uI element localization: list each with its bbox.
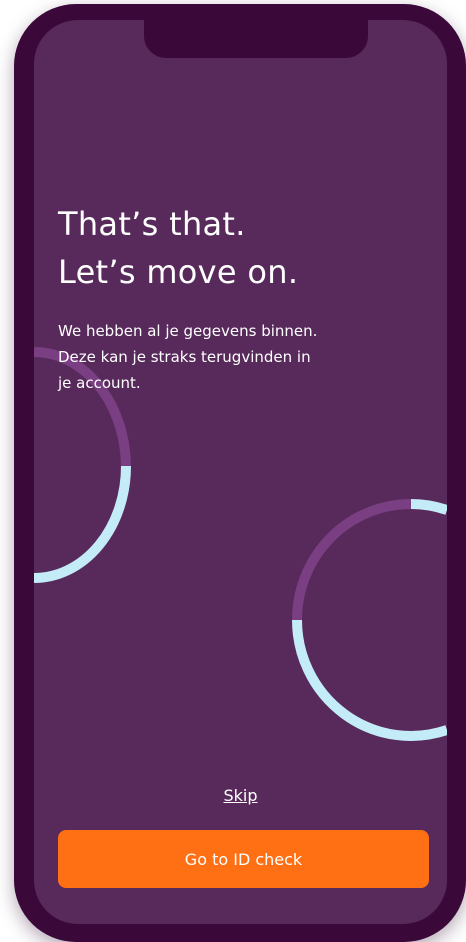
description-text: We hebben al je gegevens binnen. Deze ka… xyxy=(58,318,378,396)
page-headline: That’s that. Let’s move on. xyxy=(58,200,298,296)
left-ring-blue-arc xyxy=(34,465,131,583)
phone-notch xyxy=(144,20,368,58)
description-line-2: Deze kan je straks terugvinden in xyxy=(58,348,311,366)
phone-frame: That’s that. Let’s move on. We hebben al… xyxy=(14,4,466,942)
skip-link[interactable]: Skip xyxy=(34,786,447,805)
right-ring-blue-arc-bottom xyxy=(292,619,447,741)
headline-line-1: That’s that. xyxy=(58,205,246,243)
app-screen: That’s that. Let’s move on. We hebben al… xyxy=(34,20,447,924)
headline-line-2: Let’s move on. xyxy=(58,253,299,291)
right-ring-graphic xyxy=(292,499,447,741)
description-line-1: We hebben al je gegevens binnen. xyxy=(58,322,318,340)
go-to-id-check-button[interactable]: Go to ID check xyxy=(58,830,429,888)
right-ring-blue-arc-top xyxy=(410,499,447,515)
right-ring-purple-arc xyxy=(292,499,412,621)
description-line-3: je account. xyxy=(58,374,141,392)
